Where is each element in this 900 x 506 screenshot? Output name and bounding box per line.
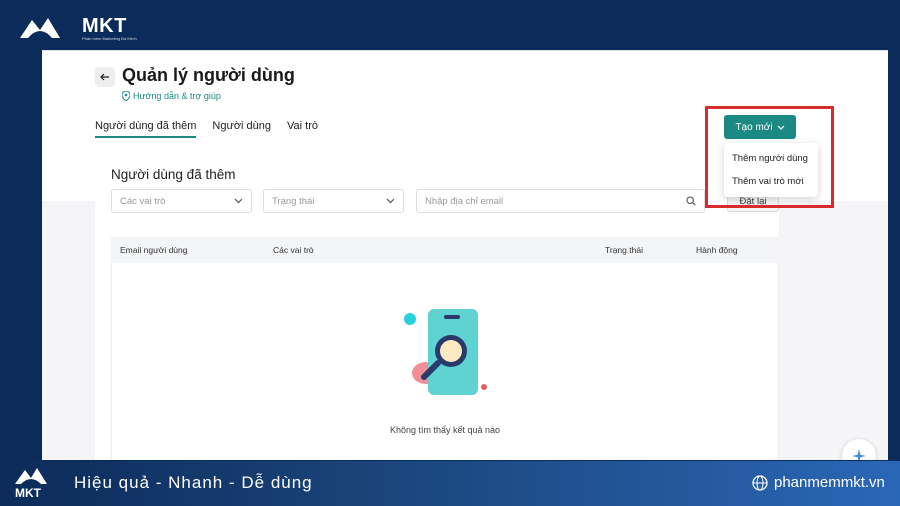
footer-tagline: Hiệu quả - Nhanh - Dễ dùng [74,473,313,492]
status-filter-select[interactable]: Trạng thái [263,189,404,213]
location-pin-icon [122,91,130,101]
help-link-label: Hướng dẫn & trợ giúp [133,91,221,101]
brand-name: MKT [82,14,127,37]
footer-website[interactable]: phanmemmkt.vn [752,474,885,491]
mkt-footer-logo-icon: MKT [15,468,47,500]
status-filter-placeholder: Trạng thái [272,195,315,207]
column-email: Email người dùng [120,245,188,255]
tab-users[interactable]: Người dùng [212,120,271,138]
role-filter-select[interactable]: Các vai trò [111,189,252,213]
users-card: Người dùng đã thêm Các vai trò Trạng thá… [95,151,779,460]
footer-logo-text: MKT [15,486,42,500]
chevron-down-icon [386,198,395,204]
globe-icon [752,474,768,491]
search-icon[interactable] [686,196,696,206]
help-link[interactable]: Hướng dẫn & trợ giúp [122,91,221,101]
table-header: Email người dùng Các vai trò Trạng thái … [111,237,779,263]
app-panel: Quản lý người dùng Hướng dẫn & trợ giúp … [42,50,888,460]
back-button[interactable] [95,67,115,87]
brand-subtitle: Phần mềm Marketing Đa Kênh [82,35,137,41]
column-actions: Hành động [696,245,738,255]
page-title: Quản lý người dùng [122,65,295,85]
brand-logo: MKT Phần mềm Marketing Đa Kênh [18,14,137,42]
role-filter-placeholder: Các vai trò [120,195,166,207]
tab-added-users[interactable]: Người dùng đã thêm [95,120,197,138]
table-body: Không tìm thấy kết quả nào [111,263,779,460]
card-title: Người dùng đã thêm [111,167,236,182]
sparkle-icon [852,449,866,460]
column-status: Trạng thái [605,245,643,255]
empty-state-text: Không tìm thấy kết quả nào [389,425,501,435]
footer-bar: MKT Hiệu quả - Nhanh - Dễ dùng phanmemmk… [0,461,900,506]
chevron-down-icon [234,198,243,204]
highlight-box [705,106,834,208]
arrow-left-icon [100,73,109,81]
footer-website-text: phanmemmkt.vn [774,474,885,491]
tab-roles[interactable]: Vai trò [287,120,318,138]
column-roles: Các vai trò [273,245,314,255]
mkt-logo-icon [20,18,60,38]
email-search-placeholder: Nhập địa chỉ email [425,195,504,207]
empty-search-illustration [404,309,487,395]
email-search-input[interactable]: Nhập địa chỉ email [416,189,705,213]
tab-bar: Người dùng đã thêm Người dùng Vai trò [95,120,318,138]
